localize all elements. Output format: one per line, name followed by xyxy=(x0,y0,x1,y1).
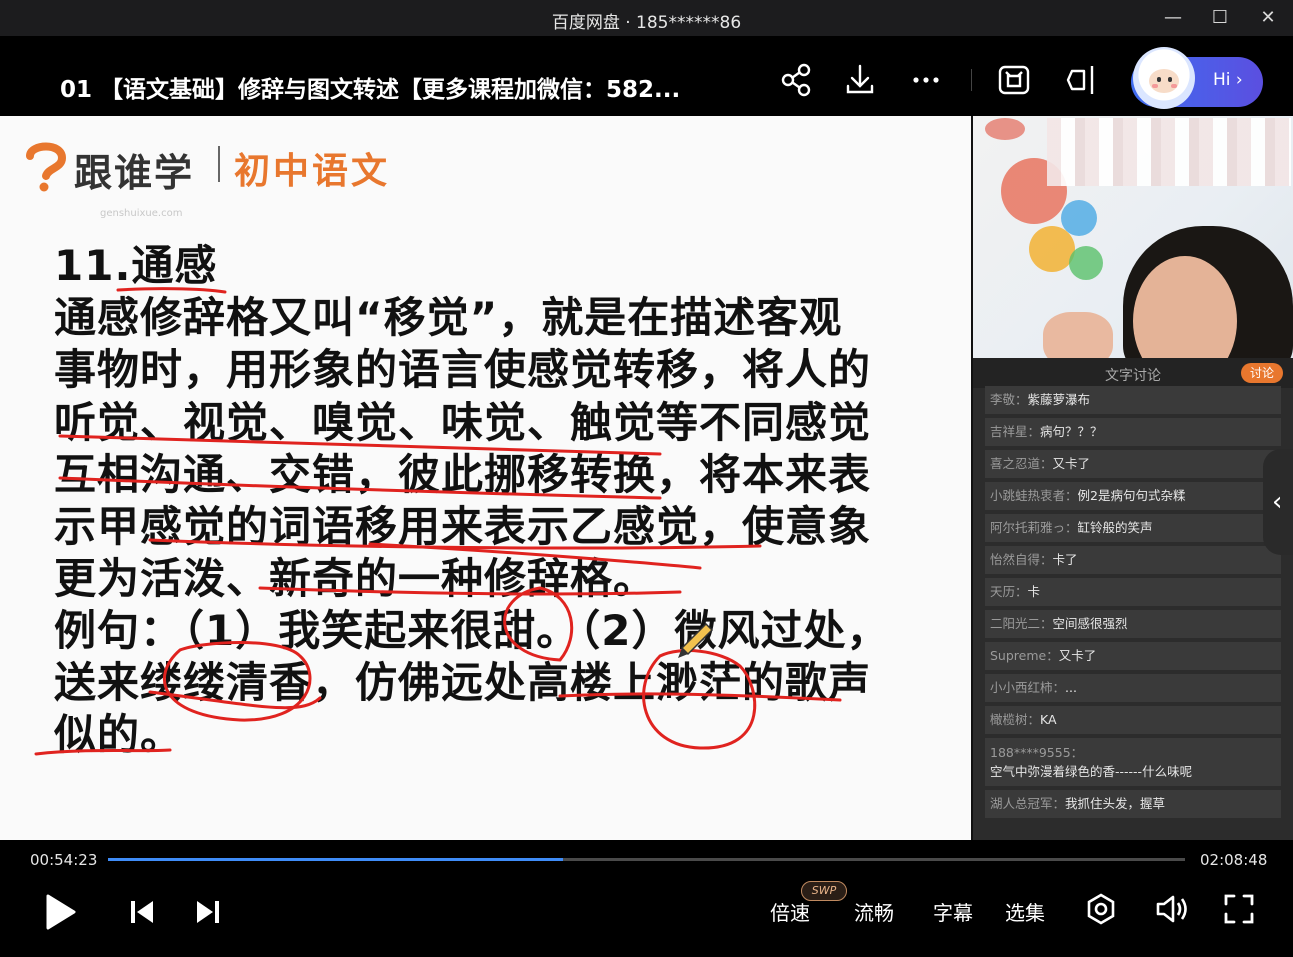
current-time: 00:54:23 xyxy=(30,851,98,869)
picture-in-picture-icon[interactable] xyxy=(1060,60,1100,100)
chat-message: 阿尔托莉雅っ：缸铃般的笑声 xyxy=(985,514,1281,542)
chat-message: 怡然自得：卡了 xyxy=(985,546,1281,574)
chat-message: Supreme：又卡了 xyxy=(985,642,1281,670)
blurred-region xyxy=(1047,118,1291,186)
progress-bar[interactable] xyxy=(108,858,1185,861)
lecture-slide[interactable]: 跟谁学 初中语文 genshuixue.com 11.通感 通感修辞格又叫“移觉… xyxy=(0,116,971,840)
chat-tag[interactable]: 讨论 xyxy=(1241,363,1283,383)
app-title: 百度网盘 · 185******86 xyxy=(551,13,742,33)
chat-message-list[interactable]: 李敬：紫藤萝瀑布 吉祥星：病句？？？ 喜之忍道：又卡了 小跳蛙热衷者：例2是病句… xyxy=(985,386,1281,840)
slide-line-10: 似的。 xyxy=(54,710,184,759)
volume-icon[interactable] xyxy=(1154,892,1190,926)
side-panel: 文字讨论 讨论 李敬：紫藤萝瀑布 吉祥星：病句？？？ 喜之忍道：又卡了 小跳蛙热… xyxy=(971,116,1293,840)
header-divider xyxy=(971,69,972,91)
logo-watermark: genshuixue.com xyxy=(100,208,183,219)
slide-line-8: 例句：（1）我笑起来很甜。（2）微风过处， xyxy=(54,606,890,655)
slide-line-3: 事物时，用形象的语言使感觉转移，将人的 xyxy=(54,345,872,394)
share-icon[interactable] xyxy=(776,60,816,100)
progress-played xyxy=(108,858,564,861)
slide-line-9: 送来缕缕清香，仿佛远处高楼上渺茫的歌声 xyxy=(54,658,872,707)
fullscreen-icon[interactable] xyxy=(1222,892,1256,926)
maximize-button[interactable]: ☐ xyxy=(1207,6,1233,30)
logo-name: 跟谁学 xyxy=(74,151,195,195)
slide-line-5: 互相沟通、交错，彼此挪移转换，将本来表 xyxy=(54,450,872,499)
previous-icon[interactable] xyxy=(126,896,158,928)
collapse-panel-button[interactable]: ‹ xyxy=(1263,449,1293,555)
teacher-camera-feed[interactable] xyxy=(973,116,1293,358)
slide-line-7: 更为活泼、新奇的一种修辞格。 xyxy=(54,554,657,603)
slide-line-2: 通感修辞格又叫“移觉”，就是在描述客观 xyxy=(54,293,843,342)
chat-message: 小小西红柿：... xyxy=(985,674,1281,702)
logo-separator xyxy=(218,146,220,182)
episodes-button[interactable]: 选集 xyxy=(1005,897,1045,926)
chat-message: 188****9555： 空气中弥漫着绿色的香------什么味呢 xyxy=(985,738,1281,786)
chat-message: 二阳光二：空间感很强烈 xyxy=(985,610,1281,638)
chat-message: 李敬：紫藤萝瀑布 xyxy=(985,386,1281,414)
player-controls: 00:54:23 02:08:48 SWP 倍速 流畅 字幕 选集 xyxy=(0,840,1293,957)
window-titlebar: 百度网盘 · 185******86 — ☐ ✕ xyxy=(0,0,1293,36)
chat-message: 小跳蛙热衷者：例2是病句句式杂糅 xyxy=(985,482,1281,510)
total-time: 02:08:48 xyxy=(1200,851,1268,869)
download-icon[interactable] xyxy=(840,60,880,100)
chevron-left-icon: ‹ xyxy=(1272,487,1283,517)
quality-button[interactable]: 流畅 xyxy=(854,897,894,926)
logo-subject: 初中语文 xyxy=(234,151,391,192)
chat-message: 吉祥星：病句？？？ xyxy=(985,418,1281,446)
subtitle-button[interactable]: 字幕 xyxy=(933,897,973,926)
chat-message: 橄榄树：KA xyxy=(985,706,1281,734)
assistant-avatar-icon xyxy=(1133,47,1195,109)
chat-message: 湖人总冠军：我抓住头发，握草 xyxy=(985,790,1281,818)
speed-button[interactable]: 倍速 xyxy=(770,897,810,926)
chat-message: 喜之忍道：又卡了 xyxy=(985,450,1281,478)
player-header: 01 【语文基础】修辞与图文转述【更多课程加微信：582... Hi › xyxy=(0,36,1293,116)
settings-icon[interactable] xyxy=(1084,892,1118,926)
video-title: 01 【语文基础】修辞与图文转述【更多课程加微信：582... xyxy=(60,77,681,103)
minimize-button[interactable]: — xyxy=(1160,6,1186,30)
next-icon[interactable] xyxy=(192,896,224,928)
close-button[interactable]: ✕ xyxy=(1255,6,1281,30)
chat-message: 天历：卡 xyxy=(985,578,1281,606)
assistant-label: Hi › xyxy=(1213,70,1243,90)
genshuixue-logo-icon xyxy=(26,142,67,192)
more-icon[interactable] xyxy=(906,60,946,100)
assistant-button[interactable]: Hi › xyxy=(1131,47,1263,109)
screen-cast-icon[interactable] xyxy=(994,60,1034,100)
play-icon[interactable] xyxy=(40,892,80,932)
slide-line-4: 听觉、视觉、嗅觉、味觉、触觉等不同感觉 xyxy=(54,398,872,447)
chat-header: 文字讨论 讨论 xyxy=(973,358,1293,388)
slide-line-6: 示甲感觉的词语移用来表示乙感觉，使意象 xyxy=(54,502,872,551)
slide-line-1: 11.通感 xyxy=(54,241,218,290)
